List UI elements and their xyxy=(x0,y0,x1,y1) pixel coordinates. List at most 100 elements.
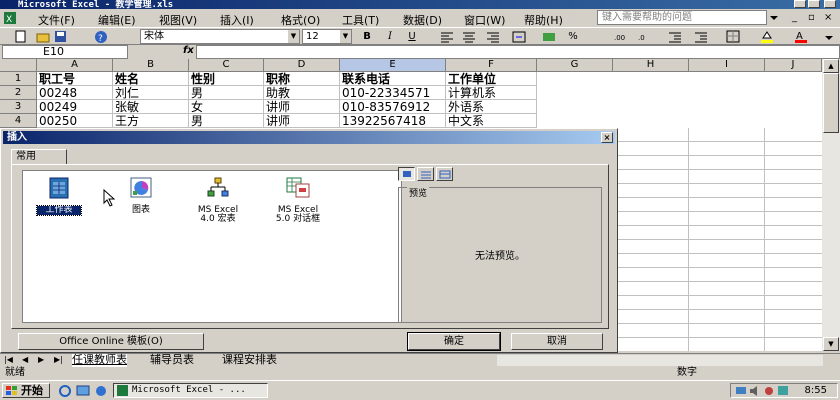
cell[interactable]: 计算机系 xyxy=(446,86,537,100)
menu-help[interactable]: 帮助(H) xyxy=(524,12,563,28)
media-icon[interactable] xyxy=(94,384,108,397)
cell[interactable]: 外语系 xyxy=(446,100,537,114)
column-header-b[interactable]: B xyxy=(113,59,189,72)
chevron-down-icon[interactable] xyxy=(767,10,781,25)
chevron-down-icon[interactable] xyxy=(822,30,836,43)
fill-color-icon[interactable] xyxy=(760,30,774,43)
menu-format[interactable]: 格式(O) xyxy=(281,12,320,28)
column-header-g[interactable]: G xyxy=(537,59,613,72)
column-header-e[interactable]: E xyxy=(340,59,446,72)
cell[interactable]: 讲师 xyxy=(264,100,340,114)
merge-center-icon[interactable] xyxy=(512,30,526,43)
template-item-worksheet[interactable]: 工作表 xyxy=(36,177,82,216)
cell[interactable]: 女 xyxy=(189,100,264,114)
cell[interactable]: 00249 xyxy=(37,100,113,114)
doc-minimize-button[interactable]: _ xyxy=(792,12,797,23)
dialog-close-button[interactable]: × xyxy=(601,132,613,143)
vertical-scrollbar[interactable]: ▲ ▼ xyxy=(822,59,840,351)
column-header-c[interactable]: C xyxy=(189,59,264,72)
ok-button[interactable]: 确定 xyxy=(407,332,501,351)
show-desktop-icon[interactable] xyxy=(76,384,90,397)
sheet-tab-teachers[interactable]: 任课教师表 xyxy=(72,354,127,367)
start-button[interactable]: 开始 xyxy=(2,383,50,398)
percent-button[interactable]: % xyxy=(566,30,580,43)
office-online-templates-button[interactable]: Office Online 模板(O) xyxy=(18,333,204,350)
select-all-corner[interactable] xyxy=(0,59,37,72)
cell[interactable]: 姓名 xyxy=(113,72,189,86)
cell[interactable]: 00248 xyxy=(37,86,113,100)
cell[interactable]: 中文系 xyxy=(446,114,537,128)
font-color-icon[interactable]: A xyxy=(794,30,808,43)
name-box[interactable]: E10 xyxy=(2,45,128,59)
menu-insert[interactable]: 插入(I) xyxy=(220,12,254,28)
cell[interactable]: 010-22334571 xyxy=(340,86,446,100)
cell[interactable]: 性别 xyxy=(189,72,264,86)
underline-button[interactable]: U xyxy=(405,30,419,43)
align-center-icon[interactable] xyxy=(462,30,476,43)
template-item-chart[interactable]: 图表 xyxy=(121,177,161,215)
excel-doc-icon[interactable]: X xyxy=(4,12,16,24)
new-icon[interactable] xyxy=(14,30,28,43)
cancel-button[interactable]: 取消 xyxy=(511,333,603,350)
increase-indent-icon[interactable] xyxy=(694,30,708,43)
row-header[interactable]: 4 xyxy=(0,114,37,128)
help-search-input[interactable]: 键入需要帮助的问题 xyxy=(597,10,767,25)
cell[interactable]: 男 xyxy=(189,114,264,128)
cell[interactable]: 13922567418 xyxy=(340,114,446,128)
menu-tools[interactable]: 工具(T) xyxy=(342,12,379,28)
cell[interactable]: 联系电话 xyxy=(340,72,446,86)
next-sheet-icon[interactable]: ▶ xyxy=(38,355,44,364)
doc-restore-button[interactable]: ▫ xyxy=(808,12,815,23)
menu-data[interactable]: 数据(D) xyxy=(403,12,442,28)
large-icons-view-icon[interactable] xyxy=(398,167,415,181)
doc-close-button[interactable]: × xyxy=(824,12,832,23)
tray-app-icon[interactable] xyxy=(763,385,775,396)
increase-decimal-icon[interactable]: .00 xyxy=(614,30,628,43)
tray-network-icon[interactable] xyxy=(735,385,747,396)
open-icon[interactable] xyxy=(36,30,50,43)
cell[interactable]: 010-83576912 xyxy=(340,100,446,114)
cell[interactable]: 张敏 xyxy=(113,100,189,114)
currency-icon[interactable] xyxy=(542,30,556,43)
tab-common[interactable]: 常用 xyxy=(11,149,67,165)
cell[interactable]: 助教 xyxy=(264,86,340,100)
column-header-a[interactable]: A xyxy=(37,59,113,72)
align-right-icon[interactable] xyxy=(486,30,500,43)
close-button[interactable] xyxy=(824,0,836,8)
menu-window[interactable]: 窗口(W) xyxy=(464,12,505,28)
tray-volume-icon[interactable] xyxy=(749,385,761,396)
cell[interactable]: 工作单位 xyxy=(446,72,537,86)
prev-sheet-icon[interactable]: ◀ xyxy=(22,355,28,364)
row-header[interactable]: 3 xyxy=(0,100,37,114)
help-icon[interactable]: ? xyxy=(94,30,108,43)
taskbar-excel-button[interactable]: Microsoft Excel - ... xyxy=(113,383,268,398)
minimize-button[interactable] xyxy=(794,0,806,8)
fx-icon[interactable]: fx xyxy=(183,45,194,56)
row-header[interactable]: 2 xyxy=(0,86,37,100)
template-item-dialog-sheet[interactable]: MS Excel 5.0 对话框 xyxy=(263,177,333,224)
maximize-button[interactable] xyxy=(808,0,820,8)
borders-icon[interactable] xyxy=(726,30,740,43)
italic-button[interactable]: I xyxy=(383,30,397,43)
bold-button[interactable]: B xyxy=(360,30,374,43)
column-header-f[interactable]: F xyxy=(446,59,537,72)
scroll-down-icon[interactable]: ▼ xyxy=(823,337,839,351)
list-view-icon[interactable] xyxy=(417,167,434,181)
formula-input[interactable] xyxy=(196,45,840,59)
last-sheet-icon[interactable]: ▶| xyxy=(54,355,63,364)
template-item-macro-sheet[interactable]: MS Excel 4.0 宏表 xyxy=(191,177,245,224)
cell[interactable]: 男 xyxy=(189,86,264,100)
decrease-decimal-icon[interactable]: .0 xyxy=(638,30,652,43)
dialog-title-bar[interactable]: 插入 × xyxy=(3,131,615,144)
cell[interactable]: 王方 xyxy=(113,114,189,128)
save-icon[interactable] xyxy=(54,30,68,43)
cell[interactable]: 刘仁 xyxy=(113,86,189,100)
menu-edit[interactable]: 编辑(E) xyxy=(98,12,136,28)
cell[interactable]: 职工号 xyxy=(37,72,113,86)
decrease-indent-icon[interactable] xyxy=(668,30,682,43)
sheet-tab-courses[interactable]: 课程安排表 xyxy=(222,354,277,367)
column-header-i[interactable]: I xyxy=(689,59,765,72)
column-header-d[interactable]: D xyxy=(264,59,340,72)
font-name-select[interactable]: 宋体 ▼ xyxy=(140,29,300,44)
column-header-h[interactable]: H xyxy=(613,59,689,72)
